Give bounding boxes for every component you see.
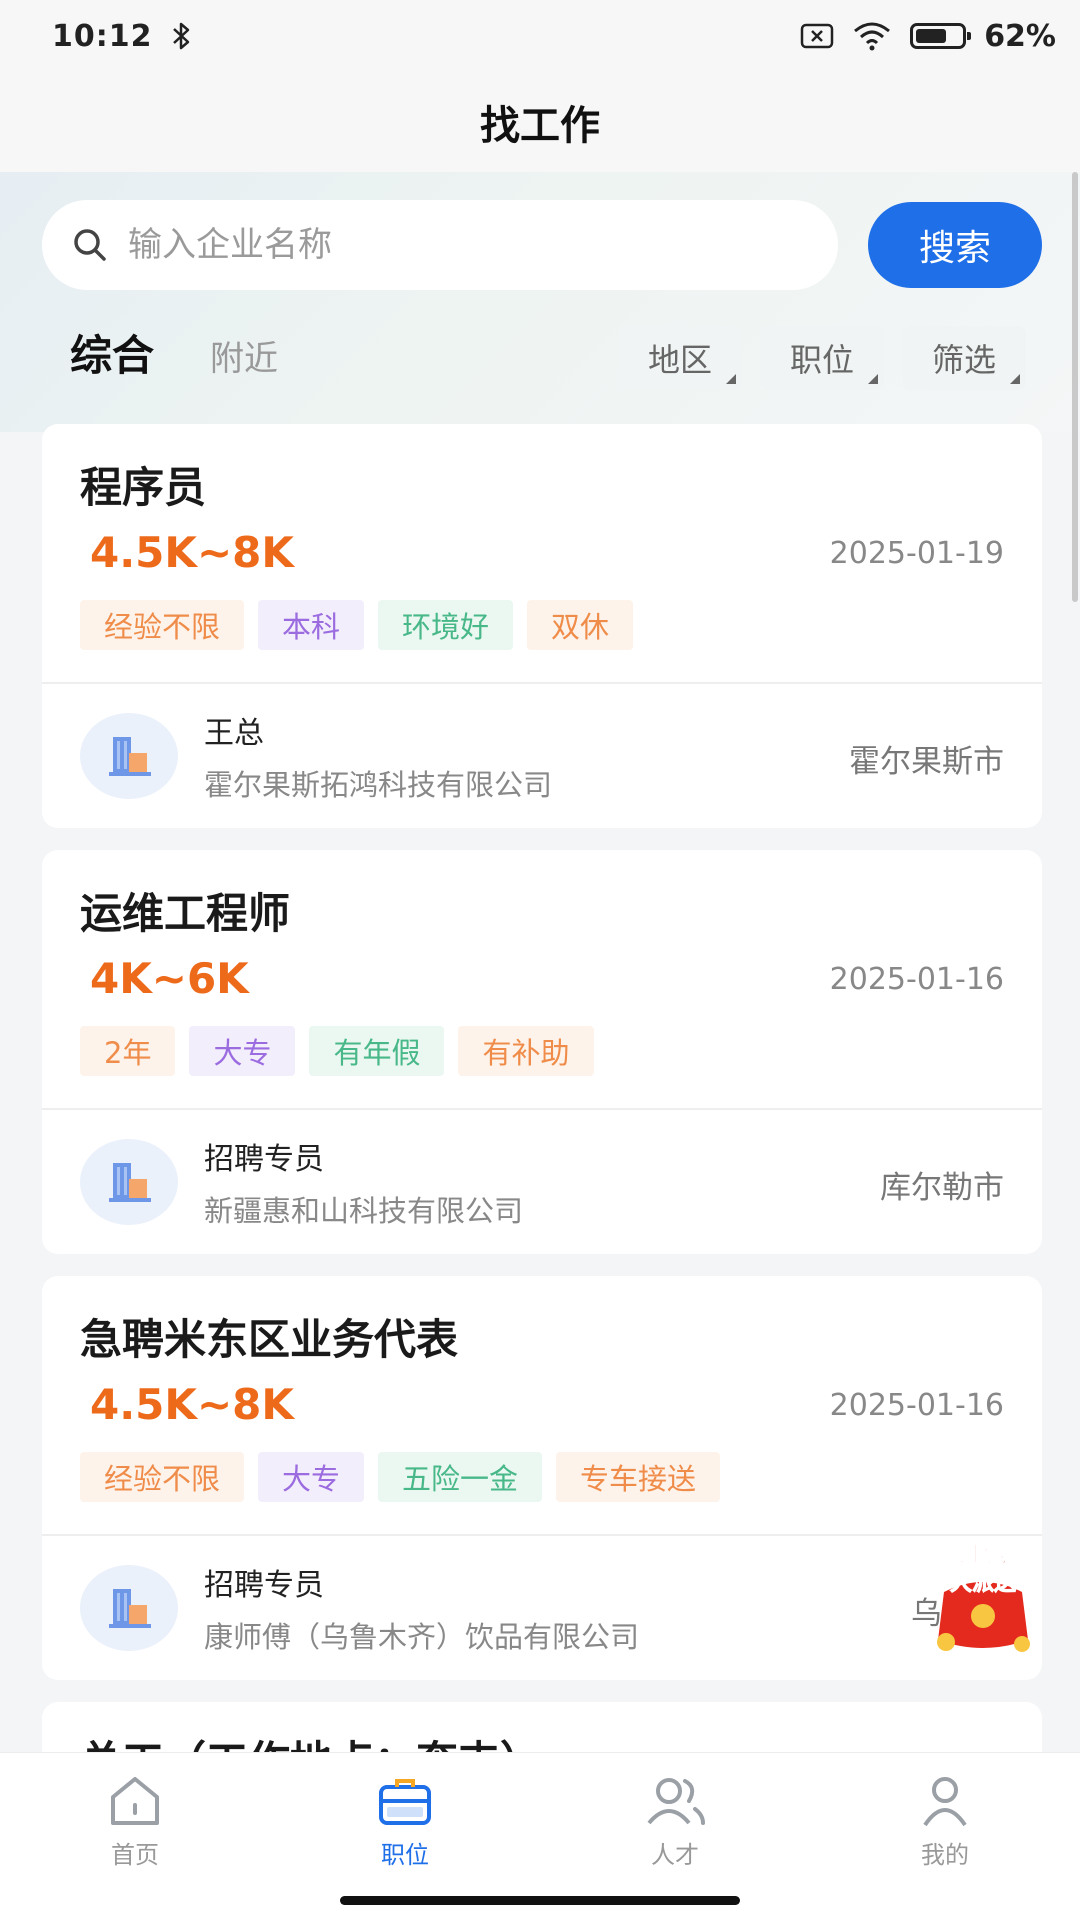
- company-building-icon: [80, 713, 178, 799]
- job-tag: 大专: [189, 1026, 296, 1076]
- job-card[interactable]: 程序员 4.5K~8K 2025-01-19 经验不限 本科 环境好 双休 王总…: [42, 424, 1042, 828]
- company-name: 霍尔果斯拓鸿科技有限公司: [204, 768, 553, 802]
- search-box[interactable]: [42, 200, 838, 290]
- filter-bar: 地区 职位 筛选: [617, 326, 1026, 390]
- job-card[interactable]: 急聘米东区业务代表 4.5K~8K 2025-01-16 经验不限 大专 五险一…: [42, 1276, 1042, 1680]
- job-date: 2025-01-16: [829, 1388, 1004, 1423]
- red-packet-line1: 红包: [959, 1540, 1007, 1568]
- job-tag: 大专: [258, 1452, 365, 1502]
- people-icon: [647, 1778, 705, 1825]
- dropdown-corner-icon: [1010, 374, 1020, 384]
- job-tag: 有补助: [458, 1026, 594, 1076]
- tab-nearby[interactable]: 附近: [210, 331, 278, 380]
- filter-label: 职位: [789, 341, 854, 379]
- job-salary: 4.5K~8K: [90, 528, 294, 577]
- nav-item-jobs[interactable]: 职位: [270, 1753, 540, 1920]
- job-salary: 4.5K~8K: [90, 1380, 294, 1429]
- job-tag: 环境好: [378, 600, 514, 650]
- nav-item-me[interactable]: 我的: [810, 1753, 1080, 1920]
- search-button[interactable]: 搜索: [868, 202, 1042, 288]
- job-main: 急聘米东区业务代表 4.5K~8K 2025-01-16 经验不限 大专 五险一…: [42, 1276, 1042, 1534]
- job-tag: 经验不限: [80, 600, 245, 650]
- filter-region-button[interactable]: 地区: [617, 326, 742, 390]
- job-tags: 经验不限 大专 五险一金 专车接送: [80, 1452, 721, 1502]
- red-packet-line2: 大派送: [950, 1570, 1016, 1596]
- scrollbar[interactable]: [1072, 172, 1078, 602]
- red-packet-promo-button[interactable]: 红包 大派送: [924, 1532, 1042, 1656]
- job-tag: 经验不限: [80, 1452, 245, 1502]
- nav-label: 职位: [381, 1841, 429, 1869]
- home-indicator[interactable]: [340, 1896, 740, 1905]
- job-list: 程序员 4.5K~8K 2025-01-19 经验不限 本科 环境好 双休 王总…: [42, 424, 1042, 1762]
- job-title: 运维工程师: [80, 889, 291, 938]
- job-tags: 2年 大专 有年假 有补助: [80, 1026, 594, 1076]
- job-company-row: 王总 霍尔果斯拓鸿科技有限公司 霍尔果斯市: [42, 684, 1042, 828]
- job-tags: 经验不限 本科 环境好 双休: [80, 600, 634, 650]
- home-icon: [111, 1777, 159, 1825]
- tab-bar: 综合 附近: [70, 322, 278, 383]
- job-tag: 有年假: [309, 1026, 445, 1076]
- company-building-icon: [80, 1139, 178, 1225]
- contact-name: 王总: [204, 716, 264, 751]
- briefcase-icon: [379, 1779, 431, 1825]
- contact-info: 招聘专员 康师傅（乌鲁木齐）饮品有限公司: [204, 1560, 639, 1656]
- job-date: 2025-01-19: [829, 536, 1004, 571]
- job-main: 运维工程师 4K~6K 2025-01-16 2年 大专 有年假 有补助: [42, 850, 1042, 1108]
- job-title: 程序员: [80, 463, 207, 512]
- status-time: 10:12: [52, 18, 153, 54]
- job-tag: 本科: [258, 600, 365, 650]
- battery-icon: [910, 23, 972, 49]
- job-city: 库尔勒市: [880, 1170, 1004, 1206]
- contact-info: 招聘专员 新疆惠和山科技有限公司: [204, 1134, 523, 1230]
- page-title: 找工作: [0, 72, 1080, 172]
- job-date: 2025-01-16: [829, 962, 1004, 997]
- contact-name: 招聘专员: [204, 1142, 324, 1177]
- nav-label: 首页: [111, 1841, 159, 1869]
- nav-label: 我的: [921, 1841, 969, 1869]
- job-tag: 五险一金: [378, 1452, 543, 1502]
- job-salary: 4K~6K: [90, 954, 249, 1003]
- company-name: 新疆惠和山科技有限公司: [204, 1194, 524, 1228]
- filter-position-button[interactable]: 职位: [759, 326, 884, 390]
- filter-label: 筛选: [931, 341, 996, 379]
- nav-label: 人才: [651, 1841, 699, 1869]
- filter-label: 地区: [647, 341, 712, 379]
- job-company-row: 招聘专员 康师傅（乌鲁木齐）饮品有限公司 乌鲁木: [42, 1536, 1042, 1680]
- search-filter-area: 搜索 综合 附近 地区 职位 筛选: [0, 172, 1080, 432]
- job-main: 程序员 4.5K~8K 2025-01-19 经验不限 本科 环境好 双休: [42, 424, 1042, 682]
- no-sim-icon: [800, 23, 834, 49]
- contact-info: 王总 霍尔果斯拓鸿科技有限公司: [204, 708, 552, 804]
- job-city: 霍尔果斯市: [849, 744, 1004, 780]
- status-bar: 10:12 62%: [0, 0, 1080, 72]
- search-input[interactable]: [128, 225, 768, 265]
- job-tag: 2年: [80, 1026, 176, 1076]
- search-icon: [70, 225, 110, 265]
- dropdown-corner-icon: [725, 374, 736, 384]
- job-tag: 专车接送: [556, 1452, 721, 1502]
- nav-item-home[interactable]: 首页: [0, 1753, 270, 1920]
- company-name: 康师傅（乌鲁木齐）饮品有限公司: [204, 1620, 640, 1654]
- wifi-icon: [854, 22, 891, 51]
- dropdown-corner-icon: [867, 374, 878, 384]
- battery-level: 62%: [984, 18, 1056, 54]
- company-building-icon: [80, 1565, 178, 1651]
- contact-name: 招聘专员: [204, 1568, 324, 1603]
- bottom-nav: 首页 职位 人才 我的: [0, 1752, 1080, 1920]
- filter-screen-button[interactable]: 筛选: [901, 326, 1026, 390]
- job-title: 急聘米东区业务代表: [80, 1315, 459, 1364]
- tab-comprehensive[interactable]: 综合: [70, 322, 154, 383]
- bluetooth-icon: [172, 22, 189, 50]
- person-icon: [923, 1777, 967, 1827]
- job-tag: 双休: [527, 600, 634, 650]
- job-company-row: 招聘专员 新疆惠和山科技有限公司 库尔勒市: [42, 1110, 1042, 1254]
- nav-item-talent[interactable]: 人才: [540, 1753, 810, 1920]
- job-card[interactable]: 运维工程师 4K~6K 2025-01-16 2年 大专 有年假 有补助 招聘专…: [42, 850, 1042, 1254]
